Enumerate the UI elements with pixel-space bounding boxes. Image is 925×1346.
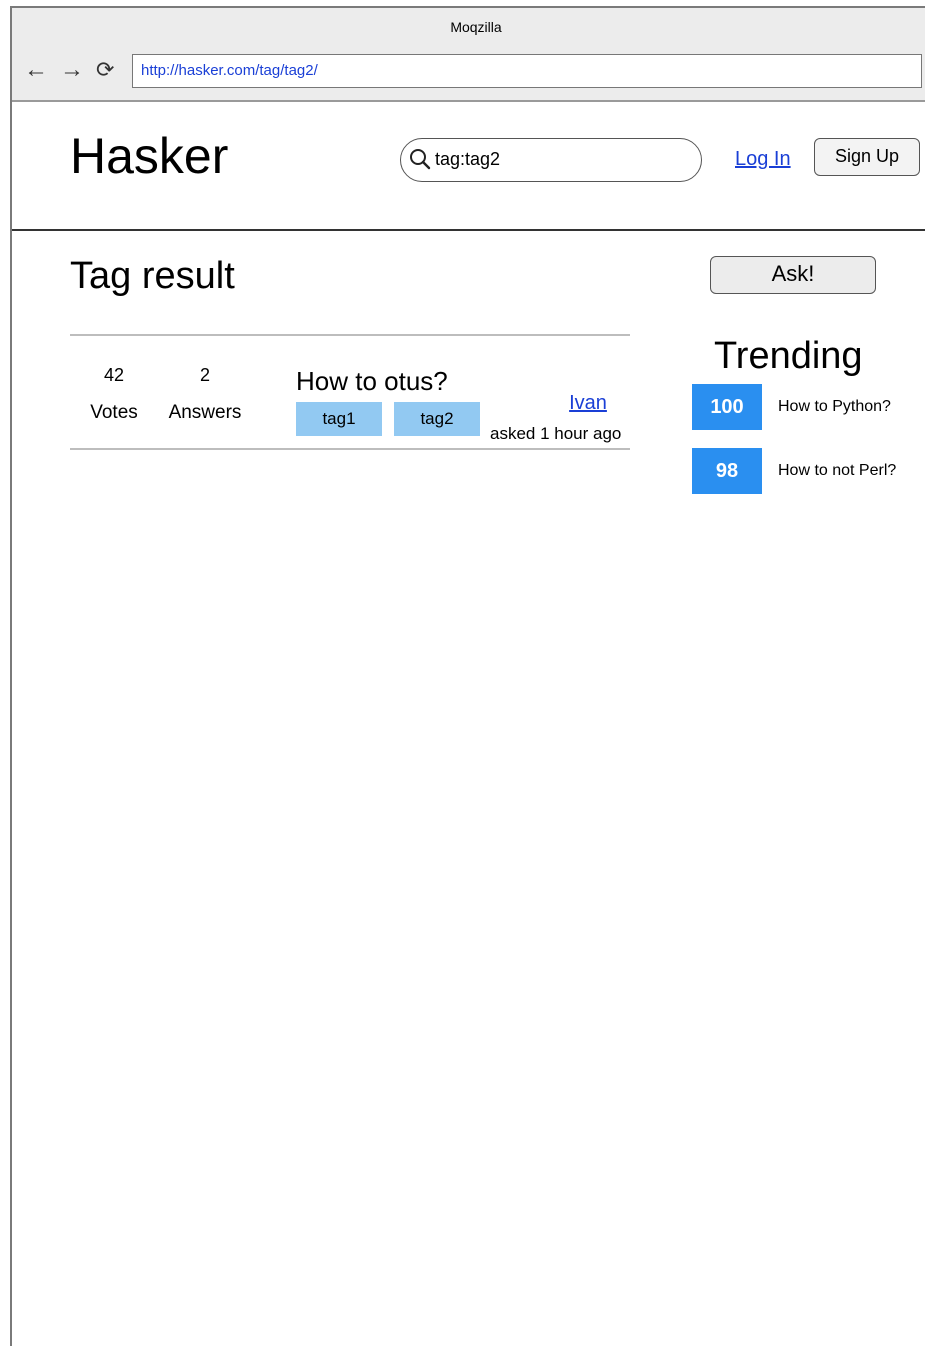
- login-link[interactable]: Log In: [735, 148, 791, 171]
- trending-score-badge: 100: [692, 384, 762, 430]
- address-bar[interactable]: http://hasker.com/tag/tag2/: [132, 54, 922, 88]
- search-icon: [410, 149, 431, 170]
- votes-label: Votes: [90, 402, 138, 423]
- page-title: Tag result: [70, 255, 235, 297]
- question-list: 42 Votes 2 Answers How to otus? tag1 tag…: [70, 334, 630, 450]
- votes-stat: 42 Votes: [84, 364, 144, 424]
- browser-window: Moqzilla ← → ⟳ http://hasker.com/tag/tag…: [10, 6, 925, 1346]
- reload-icon[interactable]: ⟳: [96, 58, 114, 82]
- signup-button[interactable]: Sign Up: [814, 138, 920, 176]
- trending-title: Trending: [714, 335, 863, 377]
- back-arrow-icon[interactable]: ←: [24, 58, 48, 82]
- address-bar-url: http://hasker.com/tag/tag2/: [141, 62, 318, 79]
- tag-chip[interactable]: tag1: [296, 402, 382, 436]
- search-input[interactable]: tag:tag2: [400, 138, 702, 182]
- answers-label: Answers: [168, 402, 242, 423]
- trending-question-title[interactable]: How to Python?: [778, 384, 891, 430]
- question-title[interactable]: How to otus?: [296, 366, 448, 396]
- site-logo[interactable]: Hasker: [70, 128, 228, 184]
- answers-count: 2: [199, 365, 210, 385]
- browser-toolbar: ← → ⟳ http://hasker.com/tag/tag2/: [12, 48, 925, 102]
- window-title: Moqzilla: [450, 19, 502, 35]
- votes-count: 42: [103, 365, 125, 385]
- ask-button[interactable]: Ask!: [710, 256, 876, 294]
- site-header: Hasker tag:tag2 Log In Sign Up: [12, 102, 925, 231]
- trending-item[interactable]: 100 How to Python?: [692, 384, 925, 430]
- forward-arrow-icon[interactable]: →: [60, 58, 84, 82]
- search-input-value: tag:tag2: [435, 149, 501, 169]
- author-link[interactable]: Ivan: [548, 392, 628, 415]
- tag-chip[interactable]: tag2: [394, 402, 480, 436]
- answers-stat: 2 Answers: [160, 364, 250, 424]
- trending-question-title[interactable]: How to not Perl?: [778, 448, 896, 494]
- asked-time: asked 1 hour ago: [490, 424, 622, 443]
- browser-titlebar: Moqzilla: [12, 8, 925, 48]
- trending-item[interactable]: 98 How to not Perl?: [692, 448, 925, 494]
- trending-score-badge: 98: [692, 448, 762, 494]
